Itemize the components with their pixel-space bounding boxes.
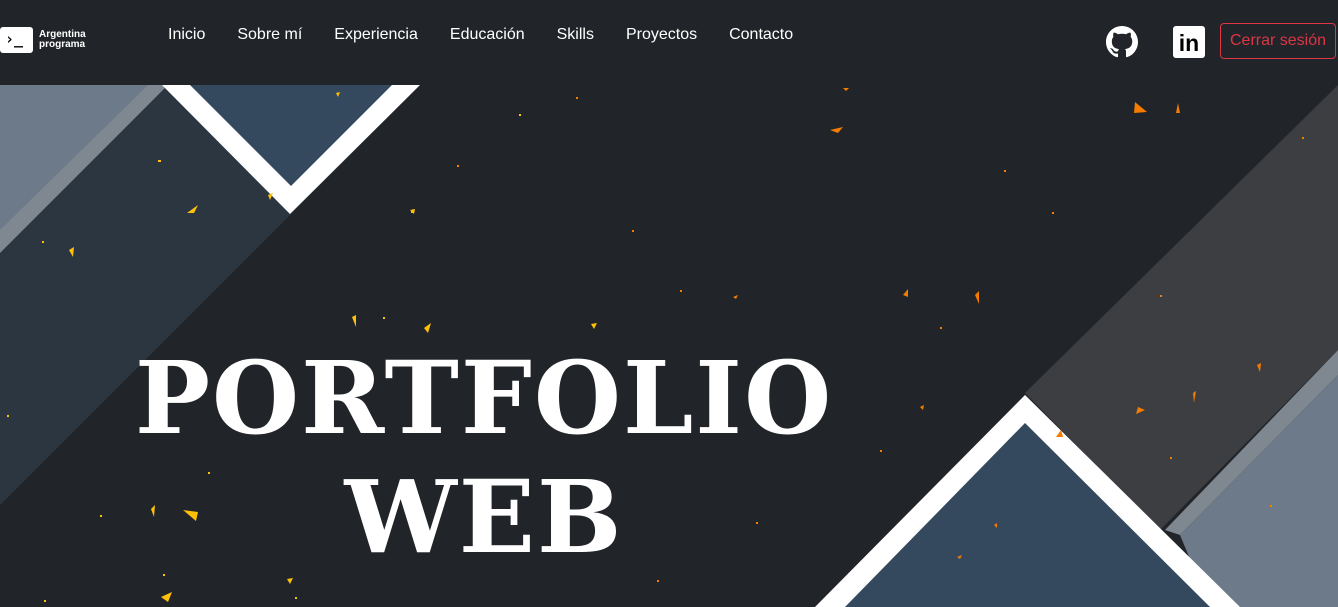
brand-name: Argentina programa [39,30,86,50]
linkedin-logo-text: in [1179,30,1199,56]
nav-link-proyectos[interactable]: Proyectos [626,25,697,45]
brand-logo[interactable]: ›_ Argentina programa [0,27,86,53]
nav-link-experiencia[interactable]: Experiencia [334,25,418,45]
brand-line-2: programa [39,39,86,50]
nav-link-educacion[interactable]: Educación [450,25,525,45]
nav-link-skills[interactable]: Skills [557,25,594,45]
nav-link-contacto[interactable]: Contacto [729,25,793,45]
hero-title-line-1: PORTFOLIO [134,339,834,457]
nav-links: Inicio Sobre mí Experiencia Educación Sk… [168,25,825,45]
hero-banner: PORTFOLIO WEB [0,85,1338,607]
terminal-prompt-icon: ›_ [0,27,33,53]
navbar: ›_ Argentina programa Inicio Sobre mí Ex… [0,0,1338,85]
linkedin-icon[interactable]: in [1173,26,1205,58]
nav-link-sobre-mi[interactable]: Sobre mí [237,25,302,45]
github-icon[interactable] [1106,26,1138,58]
nav-link-inicio[interactable]: Inicio [168,25,205,45]
hero-title-line-2: WEB [344,458,624,576]
logout-button[interactable]: Cerrar sesión [1220,23,1336,59]
